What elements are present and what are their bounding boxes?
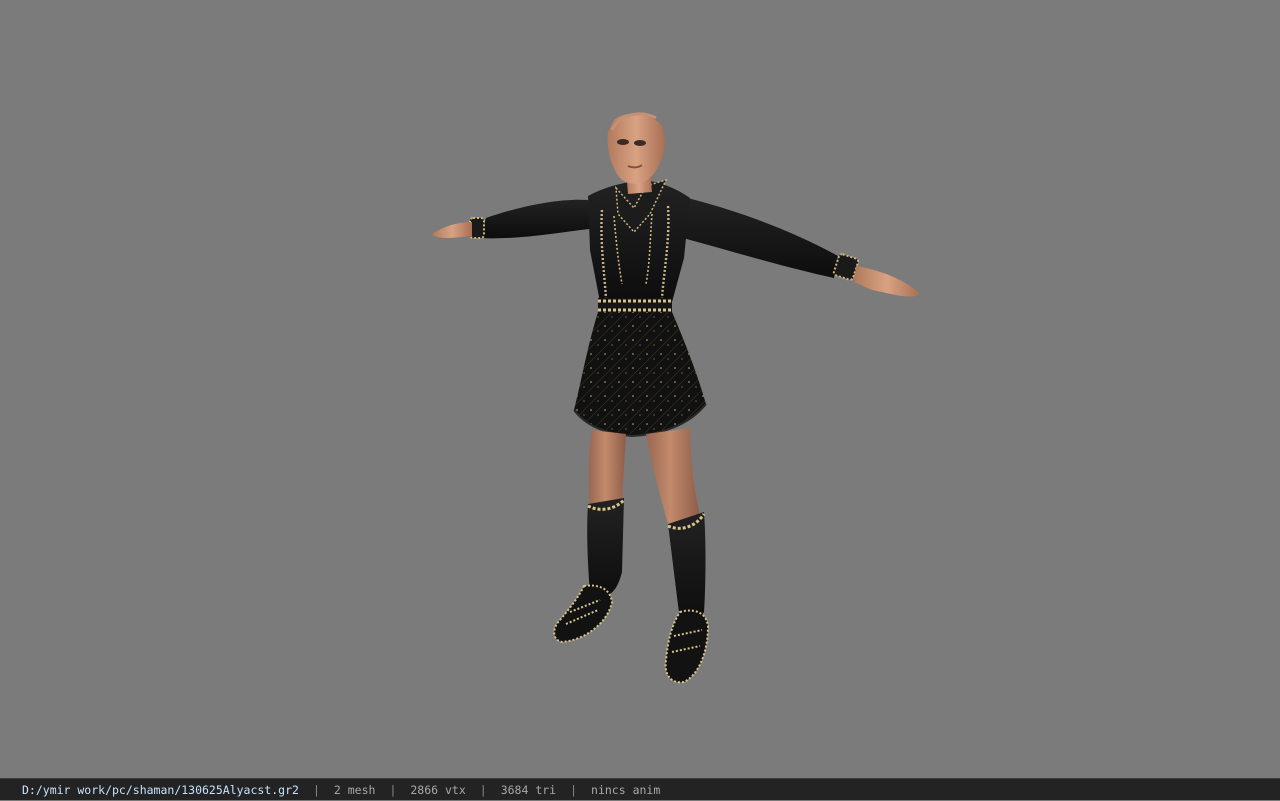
- mesh-count: 2 mesh: [333, 783, 376, 797]
- left-arm: [432, 199, 598, 239]
- head: [607, 112, 665, 194]
- character-model: [432, 112, 920, 684]
- separator: |: [389, 783, 397, 797]
- status-bar: D:/ymir work/pc/shaman/130625Alyacst.gr2…: [0, 778, 1280, 800]
- animation-status: nincs anim: [591, 783, 661, 797]
- right-arm: [676, 196, 920, 297]
- file-path: D:/ymir work/pc/shaman/130625Alyacst.gr2: [22, 783, 299, 797]
- 3d-viewport[interactable]: [0, 0, 1280, 778]
- separator: |: [479, 783, 487, 797]
- separator: |: [312, 783, 320, 797]
- torso-shirt: [588, 178, 690, 312]
- vertex-count: 2866 vtx: [410, 783, 466, 797]
- triangle-count: 3684 tri: [500, 783, 557, 797]
- skirt: [573, 312, 707, 438]
- separator: |: [570, 783, 578, 797]
